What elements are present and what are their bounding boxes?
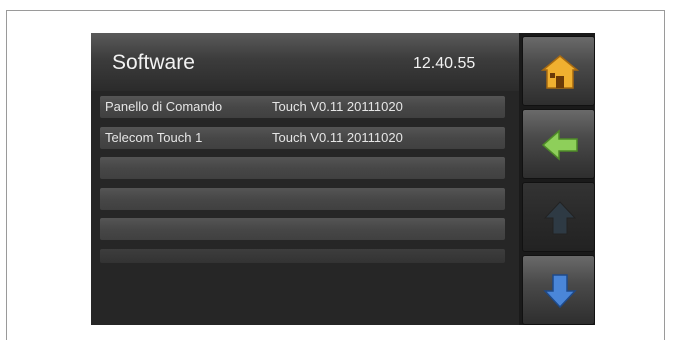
header-bar: Software 12.40.55 [91,33,519,91]
software-version: Touch V0.11 20111020 [272,99,403,114]
software-version: Touch V0.11 20111020 [272,129,403,145]
scroll-down-button[interactable] [522,255,595,325]
home-button[interactable] [522,36,595,106]
list-item[interactable] [100,248,505,263]
page-title: Software [112,51,195,74]
scroll-up-button[interactable] [522,182,595,252]
arrow-left-icon [541,129,578,161]
list-item[interactable]: Panello di Comando Touch V0.11 20111020 [100,96,505,118]
nav-sidebar [519,33,595,325]
software-list: Panello di Comando Touch V0.11 20111020 … [100,96,505,272]
software-name: Telecom Touch 1 [105,129,203,145]
device-screen: Software 12.40.55 Panello di Comando Tou… [91,33,595,325]
back-button[interactable] [522,109,595,179]
home-icon [541,55,579,89]
list-item[interactable] [100,218,505,241]
arrow-up-icon [543,201,577,235]
list-item[interactable] [100,157,505,180]
list-item[interactable]: Telecom Touch 1 Touch V0.11 20111020 [100,126,505,149]
software-name: Panello di Comando [105,99,223,114]
clock: 12.40.55 [413,55,476,72]
list-item[interactable] [100,187,505,210]
arrow-down-icon [543,274,577,309]
